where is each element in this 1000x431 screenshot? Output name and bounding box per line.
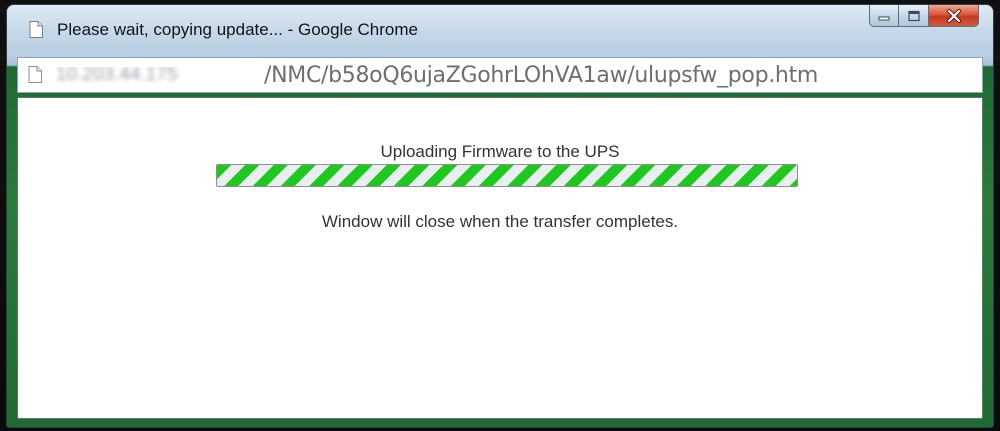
close-note: Window will close when the transfer comp… (321, 212, 679, 231)
maximize-button[interactable] (899, 5, 929, 27)
minimize-icon (878, 16, 890, 20)
progress-bar-fill (217, 165, 797, 186)
address-host-text: 10.203.44.175 (56, 67, 178, 83)
close-icon (946, 8, 961, 23)
window-title: Please wait, copying update... - Google … (57, 20, 418, 39)
minimize-button[interactable] (869, 5, 899, 27)
desktop-background: Please wait, copying update... - Google … (0, 0, 1000, 431)
page-icon (29, 21, 43, 38)
progress-bar (216, 164, 798, 187)
address-host-redacted: 10.203.44.175 (56, 67, 263, 83)
close-button[interactable] (929, 5, 979, 27)
upload-heading: Uploading Firmware to the UPS (380, 142, 620, 161)
maximize-icon (907, 10, 920, 21)
window-controls (869, 5, 979, 27)
page-icon (28, 66, 42, 83)
chrome-popup-window: Please wait, copying update... - Google … (6, 4, 994, 428)
address-path: /NMC/b58oQ6ujaZGohrLOhVA1aw/ulupsfw_pop.… (264, 63, 819, 88)
title-bar[interactable]: Please wait, copying update... - Google … (7, 5, 993, 55)
page-content: Uploading Firmware to the UPS Window wil… (17, 97, 983, 419)
address-bar[interactable]: 10.203.44.175 /NMC/b58oQ6ujaZGohrLOhVA1a… (17, 57, 983, 93)
